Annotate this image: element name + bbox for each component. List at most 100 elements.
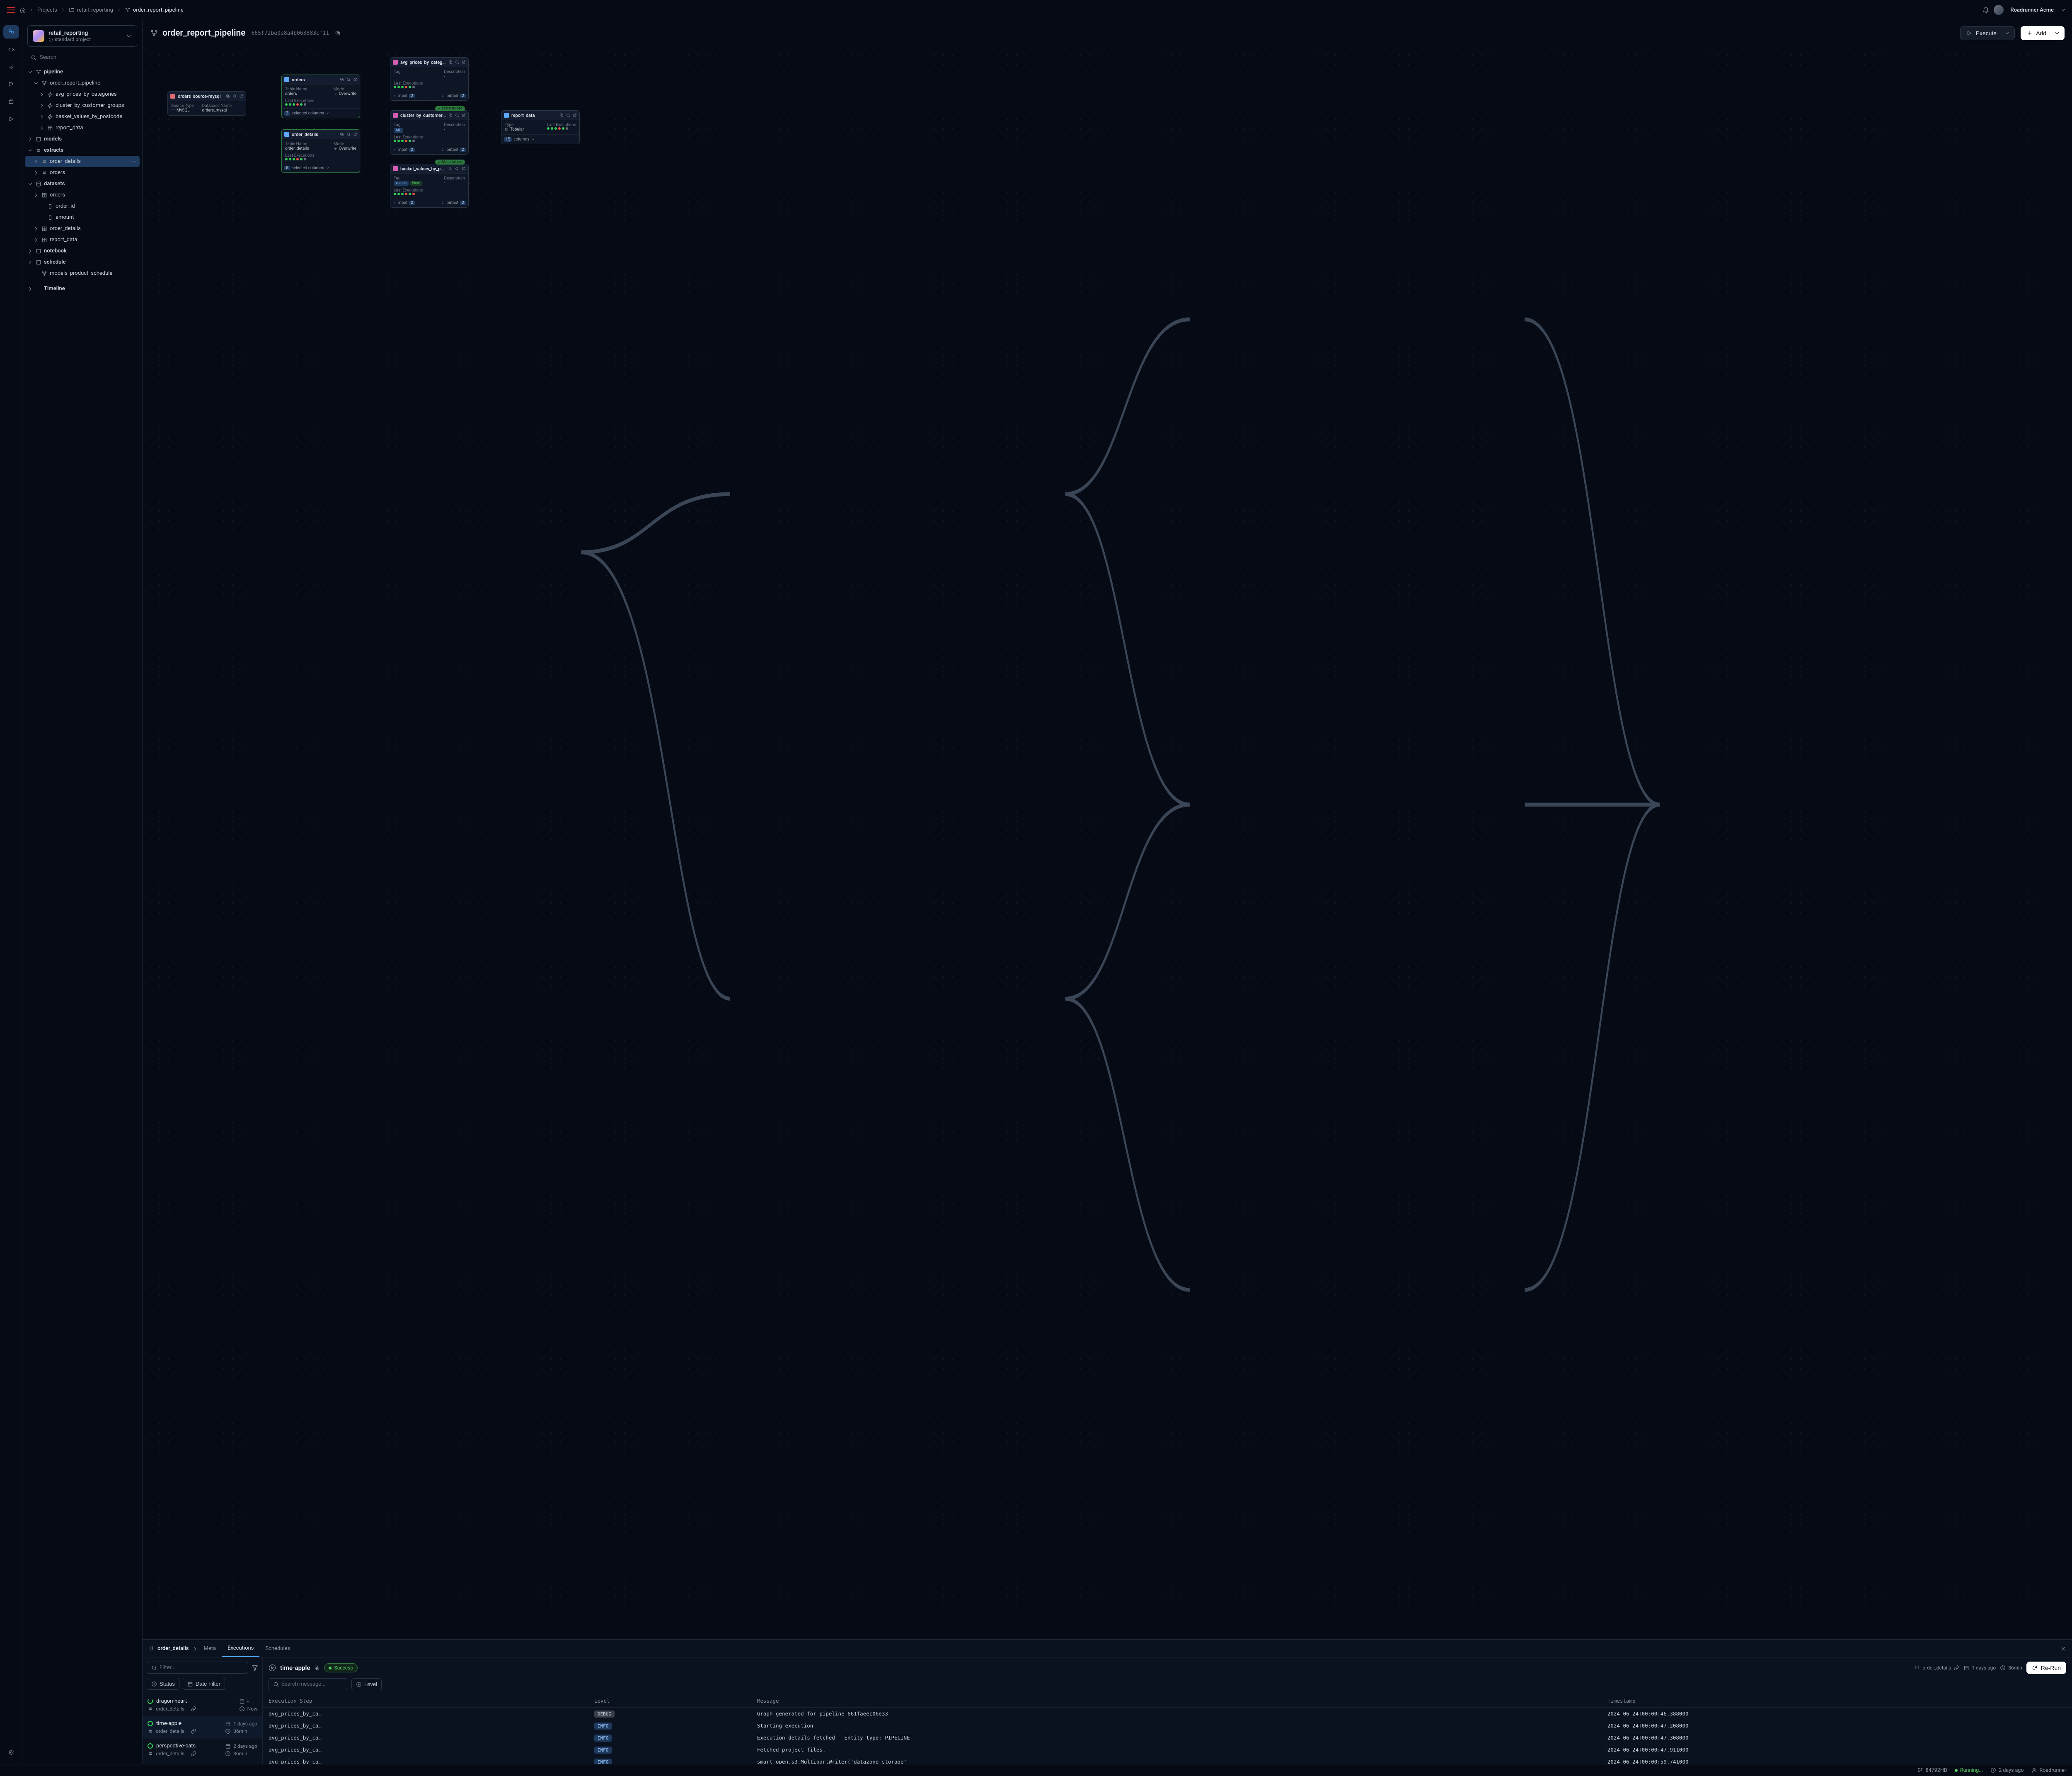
external-link-icon[interactable]: [353, 131, 357, 137]
search-icon[interactable]: [455, 112, 459, 118]
node-cluster[interactable]: Materialized cluster_by_customer_groups …: [390, 110, 469, 155]
tree-item[interactable]: order_details: [25, 223, 140, 234]
funnel-icon[interactable]: [252, 1665, 258, 1671]
tree-twisty[interactable]: [33, 192, 39, 198]
tree-item[interactable]: basket_values_by_postcode: [25, 111, 140, 122]
copy-icon[interactable]: [559, 112, 564, 118]
rail-deploy[interactable]: [3, 95, 19, 108]
chevron-down-icon[interactable]: [2060, 7, 2066, 13]
tree-twisty[interactable]: [27, 69, 33, 75]
tree-twisty[interactable]: [27, 136, 33, 142]
execution-item[interactable]: time-apple 1 days ago order_details 36mi…: [143, 1716, 262, 1739]
tab-executions[interactable]: Executions: [222, 1640, 259, 1657]
rail-explorer[interactable]: [3, 25, 19, 39]
tab-meta[interactable]: Meta: [198, 1640, 222, 1657]
external-link-icon[interactable]: [462, 59, 466, 65]
tree-item[interactable]: order_details ⋯: [25, 156, 140, 167]
tree-twisty[interactable]: [33, 226, 39, 232]
chevron-down-icon[interactable]: [126, 33, 132, 39]
tree-item[interactable]: orders: [25, 189, 140, 201]
tree-twisty[interactable]: [27, 286, 33, 292]
copy-icon[interactable]: [340, 131, 344, 137]
tree-item[interactable]: pipeline: [25, 66, 140, 78]
copy-icon[interactable]: [314, 1665, 320, 1671]
node-orders[interactable]: orders Table Nameorders ModeOverwrite La…: [281, 75, 360, 118]
tree-item[interactable]: Timeline: [25, 283, 140, 294]
tab-schedules[interactable]: Schedules: [259, 1640, 296, 1657]
breadcrumb-project[interactable]: retail_reporting: [69, 7, 113, 13]
copy-icon[interactable]: [448, 166, 453, 172]
node-basket[interactable]: Materialized basket_values_by_postcode T…: [390, 164, 469, 208]
tree-twisty[interactable]: [33, 80, 39, 86]
tree-item[interactable]: cluster_by_customer_groups: [25, 100, 140, 111]
tree-item[interactable]: models: [25, 133, 140, 145]
panel-scope[interactable]: order_details: [157, 1645, 189, 1652]
status-filter-button[interactable]: Status: [147, 1678, 179, 1690]
tree-twisty[interactable]: [39, 125, 45, 131]
tree-item[interactable]: avg_prices_by_categories: [25, 89, 140, 100]
node-order-details[interactable]: order_details Table Nameorder_details Mo…: [281, 129, 360, 173]
tree-twisty[interactable]: [39, 204, 45, 209]
tree-twisty[interactable]: [33, 159, 39, 165]
breadcrumb-projects[interactable]: Projects: [37, 7, 57, 13]
tree-item[interactable]: report_data: [25, 234, 140, 245]
search-input[interactable]: Search: [27, 52, 137, 63]
search-icon[interactable]: [566, 112, 570, 118]
rail-settings[interactable]: [3, 1746, 19, 1759]
tree-twisty[interactable]: [39, 103, 45, 109]
tree-item[interactable]: notebook: [25, 245, 140, 257]
message-search[interactable]: Search message...: [269, 1678, 347, 1690]
breadcrumb-leaf[interactable]: order_report_pipeline: [125, 7, 184, 13]
node-source[interactable]: orders_source-mysql Source TypeMySQL Dat…: [167, 91, 246, 116]
tree-item[interactable]: amount: [25, 212, 140, 223]
link-icon[interactable]: [1953, 1665, 1959, 1671]
project-switcher[interactable]: retail_reporting standard project: [27, 25, 137, 47]
rail-code[interactable]: [3, 43, 19, 56]
search-icon[interactable]: [232, 93, 237, 99]
external-link-icon[interactable]: [462, 166, 466, 172]
rail-checks[interactable]: [3, 60, 19, 73]
tree-twisty[interactable]: [27, 181, 33, 187]
tree-twisty[interactable]: [33, 170, 39, 176]
node-avg-prices[interactable]: avg_prices_by_categories TagDescription-…: [390, 57, 469, 101]
date-filter-button[interactable]: Date Filter: [183, 1678, 225, 1690]
external-link-icon[interactable]: [573, 112, 577, 118]
close-icon[interactable]: [2060, 1646, 2066, 1652]
avatar[interactable]: [1994, 5, 2004, 15]
search-icon[interactable]: [455, 166, 459, 172]
search-icon[interactable]: [346, 77, 351, 82]
copy-icon[interactable]: [448, 59, 453, 65]
org-name[interactable]: Roadrunner Acme: [2010, 7, 2054, 13]
tree-twisty[interactable]: [27, 259, 33, 265]
search-icon[interactable]: [455, 59, 459, 65]
bell-icon[interactable]: [1982, 6, 1990, 14]
copy-icon[interactable]: [448, 112, 453, 118]
filter-input[interactable]: Filter...: [147, 1662, 248, 1674]
external-link-icon[interactable]: [353, 77, 357, 82]
tree-twisty[interactable]: [39, 114, 45, 120]
execution-item[interactable]: dragon-heart - order_details Now: [143, 1694, 262, 1716]
copy-icon[interactable]: [335, 30, 341, 36]
status-user[interactable]: Roadrunner: [2031, 1767, 2066, 1774]
rail-git[interactable]: [3, 78, 19, 91]
external-link-icon[interactable]: [239, 93, 243, 99]
execution-item[interactable]: perspective-cats 2 days ago order_detail…: [143, 1739, 262, 1761]
tree-twisty[interactable]: [27, 248, 33, 254]
tree-item[interactable]: order_id: [25, 201, 140, 212]
tree-item[interactable]: schedule: [25, 257, 140, 268]
status-branch[interactable]: 84792HD: [1917, 1767, 1947, 1774]
tree-item[interactable]: report_data: [25, 122, 140, 133]
tree-item[interactable]: extracts: [25, 145, 140, 156]
app-logo[interactable]: [6, 5, 16, 15]
copy-icon[interactable]: [340, 77, 344, 82]
level-filter-button[interactable]: Level: [351, 1678, 382, 1690]
add-button[interactable]: Add: [2021, 26, 2065, 40]
copy-icon[interactable]: [226, 93, 230, 99]
tree-twisty[interactable]: [39, 92, 45, 97]
tree-twisty[interactable]: [27, 148, 33, 153]
tree-twisty[interactable]: [33, 271, 39, 276]
more-icon[interactable]: ⋯: [131, 158, 136, 165]
external-link-icon[interactable]: [462, 112, 466, 118]
tree-twisty[interactable]: [33, 237, 39, 243]
execute-button[interactable]: Execute: [1960, 26, 2015, 40]
